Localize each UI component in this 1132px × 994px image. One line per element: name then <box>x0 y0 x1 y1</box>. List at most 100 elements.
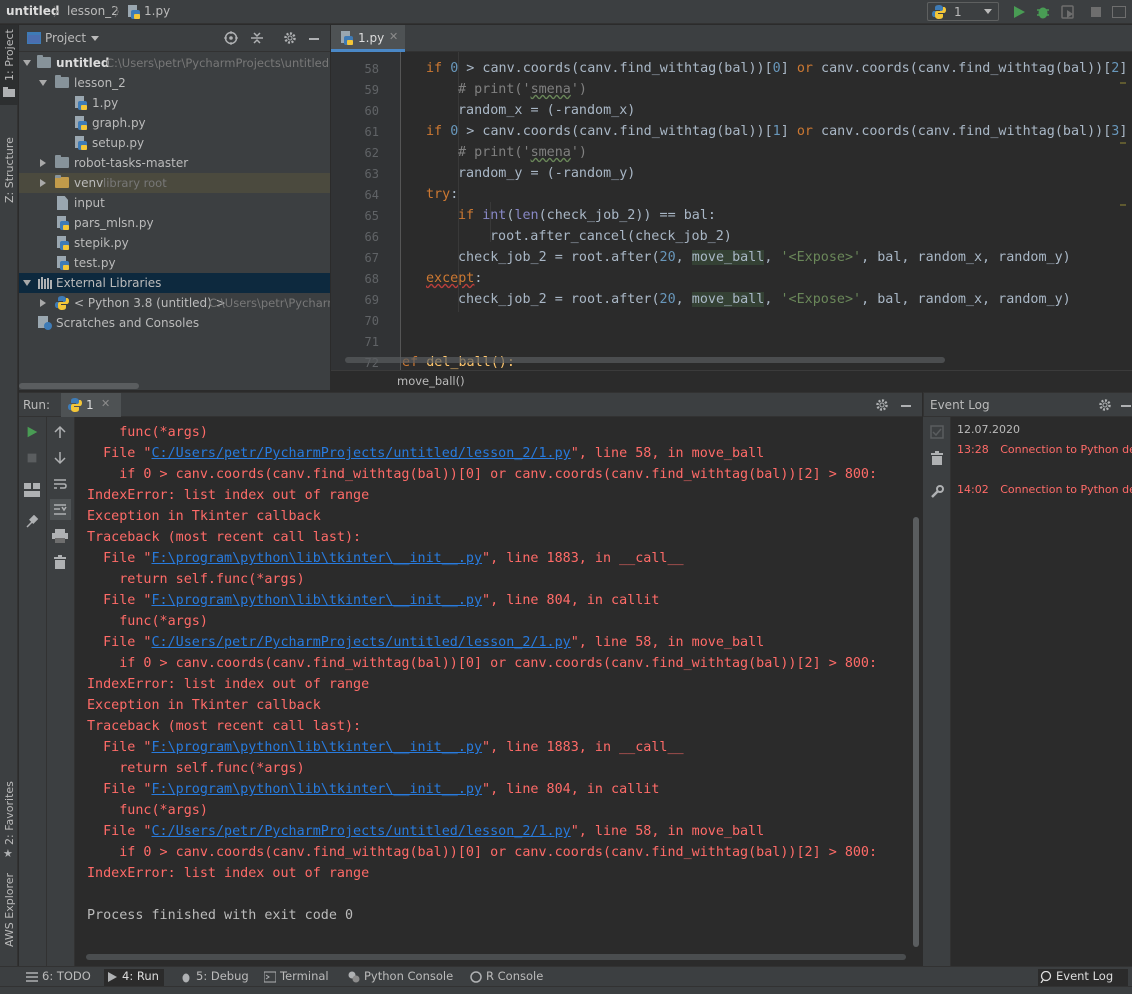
project-panel-title[interactable]: Project <box>45 31 86 45</box>
favorites-stripe-tab[interactable]: 2: Favorites ★ <box>0 765 18 860</box>
editor-horizontal-scrollbar[interactable] <box>345 357 945 363</box>
expand-arrow-icon[interactable] <box>23 280 31 286</box>
tree-item-external-libraries[interactable]: External Libraries <box>19 273 330 293</box>
close-tab-icon[interactable]: ✕ <box>101 397 110 410</box>
event-log-entry[interactable]: 14:02 Connection to Python deb <box>957 483 1132 496</box>
bottom-tab-debug[interactable]: 5: Debug <box>178 969 249 987</box>
scroll-to-end-toggle[interactable] <box>50 499 71 520</box>
trash-icon[interactable] <box>930 451 944 465</box>
event-log-entry[interactable]: 13:28 Connection to Python deb <box>957 443 1132 456</box>
expand-arrow-icon[interactable] <box>40 299 46 307</box>
settings-gear-icon[interactable] <box>1098 398 1112 412</box>
terminal-icon <box>264 971 276 983</box>
console-line: File "F:\program\python\lib\tkinter\__in… <box>87 782 660 797</box>
tree-item-file[interactable]: 1.py <box>19 93 330 113</box>
stop-icon[interactable] <box>25 451 39 465</box>
expand-arrow-icon[interactable] <box>40 159 46 167</box>
layout-icon[interactable] <box>24 483 40 497</box>
rerun-icon[interactable] <box>25 425 39 439</box>
error-stripe-marker[interactable] <box>1120 204 1126 206</box>
tree-item-lesson-folder[interactable]: lesson_2 <box>19 73 330 93</box>
tree-item-file[interactable]: graph.py <box>19 113 330 133</box>
scrollbar-thumb[interactable] <box>19 383 139 389</box>
code-editor[interactable]: if 0 > canv.coords(canv.find_withtag(bal… <box>402 52 1132 370</box>
expand-arrow-icon[interactable] <box>39 80 47 86</box>
line-number: 66 <box>364 230 379 244</box>
event-message[interactable]: Connection to Python deb <box>1000 443 1132 456</box>
tree-item-folder[interactable]: robot-tasks-master <box>19 153 330 173</box>
project-stripe-tab[interactable]: 1: Project <box>0 25 18 105</box>
console-horizontal-scrollbar[interactable] <box>76 953 910 961</box>
print-icon[interactable] <box>52 529 68 543</box>
wrench-icon[interactable] <box>930 485 944 499</box>
settings-gear-icon[interactable] <box>875 398 889 412</box>
soft-wrap-icon[interactable] <box>53 477 67 491</box>
file-link[interactable]: F:\program\python\lib\tkinter\__init__.p… <box>152 593 483 608</box>
nav-file-crumb[interactable]: 1.py <box>144 4 170 18</box>
project-tree: untitled C:\Users\petr\PycharmProjects\u… <box>19 52 330 390</box>
settings-gear-icon[interactable] <box>283 31 297 45</box>
file-link[interactable]: F:\program\python\lib\tkinter\__init__.p… <box>152 551 483 566</box>
bottom-tab-todo[interactable]: 6: TODO <box>24 969 91 987</box>
bottom-tab-python-console[interactable]: Python Console <box>346 969 453 987</box>
tree-item-venv[interactable]: venv library root <box>19 173 330 193</box>
error-stripe-marker[interactable] <box>1120 142 1126 144</box>
window-frame-icon[interactable] <box>1112 6 1126 18</box>
minimize-icon[interactable] <box>901 405 911 407</box>
bottom-tab-event-log[interactable]: Event Log <box>1038 969 1128 987</box>
run-config-tab[interactable]: 1 ✕ <box>61 393 121 417</box>
event-log-header: Event Log <box>923 392 1132 417</box>
console-vertical-scrollbar[interactable] <box>910 417 922 966</box>
tree-item-file[interactable]: test.py <box>19 253 330 273</box>
trash-icon[interactable] <box>53 555 67 569</box>
tree-item-file[interactable]: input <box>19 193 330 213</box>
run-with-coverage-icon[interactable] <box>1060 4 1076 20</box>
file-link[interactable]: C:/Users/petr/PycharmProjects/untitled/l… <box>152 824 571 839</box>
arrow-up-icon[interactable] <box>53 425 67 439</box>
tree-item-scratches[interactable]: Scratches and Consoles <box>19 313 330 333</box>
file-link[interactable]: F:\program\python\lib\tkinter\__init__.p… <box>152 740 483 755</box>
run-configuration-select[interactable]: 1 <box>927 2 999 21</box>
nav-folder-crumb[interactable]: lesson_2 <box>67 4 119 18</box>
scrollbar-thumb[interactable] <box>86 954 906 960</box>
target-icon[interactable] <box>224 31 238 45</box>
bottom-tab-r-console[interactable]: R Console <box>468 969 543 987</box>
collapse-all-icon[interactable] <box>250 31 264 45</box>
expand-arrow-icon[interactable] <box>23 60 31 66</box>
scroll-to-end-icon <box>54 504 67 515</box>
breadcrumb-function[interactable]: move_ball() <box>397 374 465 388</box>
aws-explorer-stripe-tab[interactable]: AWS Explorer <box>0 865 18 955</box>
stop-icon[interactable] <box>1088 4 1104 20</box>
tree-item-file[interactable]: setup.py <box>19 133 330 153</box>
run-icon[interactable] <box>1011 4 1027 20</box>
minimize-icon[interactable] <box>309 38 319 40</box>
tree-item-file[interactable]: stepik.py <box>19 233 330 253</box>
debug-icon[interactable] <box>1035 4 1051 20</box>
error-stripe-marker[interactable] <box>1120 82 1126 84</box>
arrow-down-icon[interactable] <box>53 451 67 465</box>
star-icon: ★ <box>3 847 13 860</box>
pin-icon[interactable] <box>25 515 39 529</box>
minimize-icon[interactable] <box>1121 405 1131 407</box>
tree-item-python-sdk[interactable]: < Python 3.8 (untitled) > C:\Users\petr\… <box>19 293 330 313</box>
bottom-tab-terminal[interactable]: Terminal <box>262 969 329 987</box>
file-link[interactable]: C:/Users/petr/PycharmProjects/untitled/l… <box>152 635 571 650</box>
tree-item-file[interactable]: pars_mlsn.py <box>19 213 330 233</box>
event-log-title: Event Log <box>930 398 990 412</box>
structure-stripe-tab[interactable]: Z: Structure <box>0 117 18 207</box>
chevron-down-icon[interactable] <box>91 36 99 41</box>
event-message[interactable]: Connection to Python deb <box>1000 483 1132 496</box>
nav-project-crumb[interactable]: untitled <box>6 4 60 18</box>
expand-arrow-icon[interactable] <box>40 179 46 187</box>
editor-tab-1py[interactable]: 1.py ✕ <box>331 25 405 52</box>
close-tab-icon[interactable]: ✕ <box>389 30 398 43</box>
scrollbar-thumb[interactable] <box>913 517 919 947</box>
file-link[interactable]: C:/Users/petr/PycharmProjects/untitled/l… <box>152 446 571 461</box>
tree-item-root[interactable]: untitled C:\Users\petr\PycharmProjects\u… <box>19 53 330 73</box>
file-link[interactable]: F:\program\python\lib\tkinter\__init__.p… <box>152 782 483 797</box>
tree-item-label: Scratches and Consoles <box>56 316 200 330</box>
mark-all-read-icon[interactable] <box>930 425 944 439</box>
bottom-tab-run[interactable]: 4: Run <box>104 969 164 987</box>
project-horizontal-scrollbar[interactable] <box>19 382 330 390</box>
run-console-output[interactable]: func(*args) File "C:/Users/petr/PycharmP… <box>76 417 910 966</box>
